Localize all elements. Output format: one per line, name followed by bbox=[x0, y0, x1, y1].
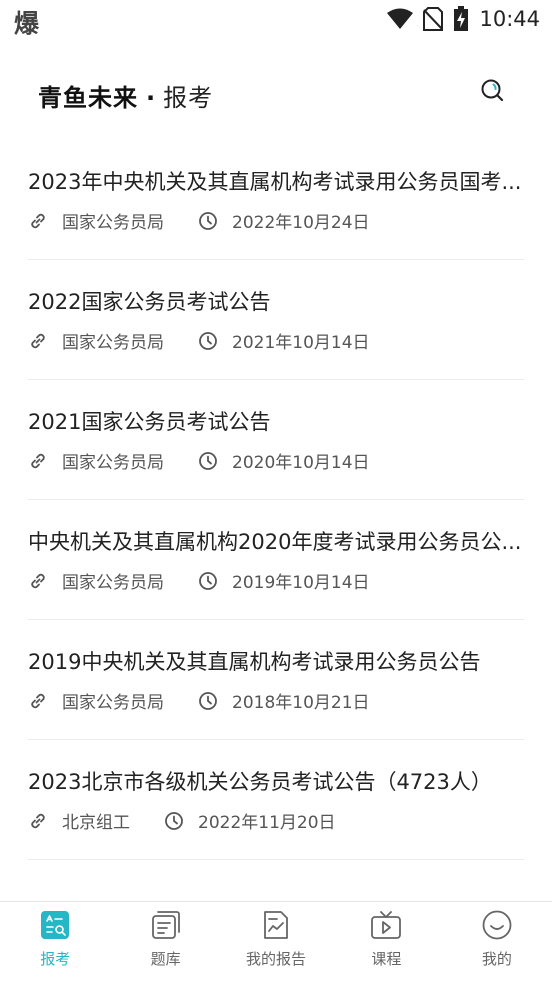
bottom-nav: 报考 题库 我的报告 课程 我的 bbox=[0, 901, 552, 983]
app-header: 青鱼未来 · 报考 bbox=[0, 62, 552, 126]
status-bar: 爆 10:44 bbox=[0, 0, 552, 40]
list-item[interactable]: 中央机关及其直属机构2020年度考试录用公务员公... 国家公务员局 2019年… bbox=[28, 500, 524, 620]
date-text: 2020年10月14日 bbox=[232, 453, 370, 473]
clock-icon bbox=[198, 691, 218, 711]
item-date: 2022年10月24日 bbox=[198, 208, 370, 233]
date-text: 2022年11月20日 bbox=[198, 813, 336, 833]
nav-item-report[interactable]: 我的报告 bbox=[221, 902, 331, 983]
nav-label: 课程 bbox=[371, 950, 402, 968]
item-source: 国家公务员局 bbox=[28, 328, 164, 353]
date-text: 2018年10月21日 bbox=[232, 693, 370, 713]
link-icon bbox=[28, 211, 48, 231]
list-item[interactable]: 2021国家公务员考试公告 国家公务员局 2020年10月14日 bbox=[28, 380, 524, 500]
item-source: 国家公务员局 bbox=[28, 208, 164, 233]
item-title: 中央机关及其直属机构2020年度考试录用公务员公... bbox=[28, 530, 522, 554]
app-screen: 爆 10:44 青鱼未来 · 报考 2023年中央机关及其直属机构考试录用公务员… bbox=[0, 0, 552, 983]
item-source: 北京组工 bbox=[28, 808, 130, 833]
date-text: 2019年10月14日 bbox=[232, 573, 370, 593]
source-text: 国家公务员局 bbox=[62, 213, 164, 233]
brand-name: 青鱼未来 bbox=[38, 84, 138, 112]
item-meta: 国家公务员局 2021年10月14日 bbox=[28, 328, 370, 353]
item-title: 2019中央机关及其直属机构考试录用公务员公告 bbox=[28, 650, 481, 674]
item-date: 2019年10月14日 bbox=[198, 568, 370, 593]
item-date: 2021年10月14日 bbox=[198, 328, 370, 353]
announcement-list: 2023年中央机关及其直属机构考试录用公务员国考... 国家公务员局 2022年… bbox=[0, 140, 552, 860]
list-item[interactable]: 2023北京市各级机关公务员考试公告（4723人） 北京组工 2022年11月2… bbox=[28, 740, 524, 860]
item-source: 国家公务员局 bbox=[28, 448, 164, 473]
exam-register-icon bbox=[38, 908, 72, 942]
list-item[interactable]: 2022国家公务员考试公告 国家公务员局 2021年10月14日 bbox=[28, 260, 524, 380]
link-icon bbox=[28, 451, 48, 471]
link-icon bbox=[28, 691, 48, 711]
item-source: 国家公务员局 bbox=[28, 688, 164, 713]
nav-label: 我的 bbox=[481, 950, 512, 968]
item-date: 2022年11月20日 bbox=[164, 808, 336, 833]
item-meta: 国家公务员局 2019年10月14日 bbox=[28, 568, 370, 593]
nav-label: 报考 bbox=[40, 950, 71, 968]
nav-label: 题库 bbox=[150, 950, 181, 968]
page-title: 青鱼未来 · 报考 bbox=[38, 78, 213, 113]
item-meta: 国家公务员局 2022年10月24日 bbox=[28, 208, 370, 233]
status-time: 10:44 bbox=[479, 7, 540, 31]
clock-icon bbox=[198, 211, 218, 231]
date-text: 2022年10月24日 bbox=[232, 213, 370, 233]
nav-label: 我的报告 bbox=[246, 950, 307, 968]
item-title: 2021国家公务员考试公告 bbox=[28, 410, 271, 434]
profile-smile-icon bbox=[480, 908, 514, 942]
item-title: 2022国家公务员考试公告 bbox=[28, 290, 271, 314]
report-icon bbox=[259, 908, 293, 942]
link-icon bbox=[28, 331, 48, 351]
item-meta: 国家公务员局 2018年10月21日 bbox=[28, 688, 370, 713]
course-tv-icon bbox=[369, 908, 403, 942]
item-date: 2018年10月21日 bbox=[198, 688, 370, 713]
nav-item-question-bank[interactable]: 题库 bbox=[110, 902, 220, 983]
list-item[interactable]: 2019中央机关及其直属机构考试录用公务员公告 国家公务员局 2018年10月2… bbox=[28, 620, 524, 740]
clock-icon bbox=[164, 811, 184, 831]
status-indicators: 10:44 bbox=[387, 6, 540, 32]
date-text: 2021年10月14日 bbox=[232, 333, 370, 353]
source-text: 北京组工 bbox=[62, 813, 130, 833]
clock-icon bbox=[198, 571, 218, 591]
status-app-glyph: 爆 bbox=[14, 9, 40, 38]
item-meta: 国家公务员局 2020年10月14日 bbox=[28, 448, 370, 473]
item-title: 2023北京市各级机关公务员考试公告（4723人） bbox=[28, 770, 492, 794]
search-button[interactable] bbox=[478, 78, 508, 108]
link-icon bbox=[28, 811, 48, 831]
list-item[interactable]: 2023年中央机关及其直属机构考试录用公务员国考... 国家公务员局 2022年… bbox=[28, 140, 524, 260]
wifi-icon bbox=[387, 8, 414, 30]
clock-icon bbox=[198, 451, 218, 471]
item-meta: 北京组工 2022年11月20日 bbox=[28, 808, 336, 833]
title-separator: · bbox=[146, 84, 156, 112]
source-text: 国家公务员局 bbox=[62, 333, 164, 353]
source-text: 国家公务员局 bbox=[62, 693, 164, 713]
search-icon bbox=[480, 78, 506, 108]
nav-item-course[interactable]: 课程 bbox=[331, 902, 441, 983]
nav-item-profile[interactable]: 我的 bbox=[442, 902, 552, 983]
link-icon bbox=[28, 571, 48, 591]
item-source: 国家公务员局 bbox=[28, 568, 164, 593]
item-date: 2020年10月14日 bbox=[198, 448, 370, 473]
clock-icon bbox=[198, 331, 218, 351]
nav-item-exam[interactable]: 报考 bbox=[0, 902, 110, 983]
source-text: 国家公务员局 bbox=[62, 573, 164, 593]
no-sim-icon bbox=[423, 7, 444, 31]
question-bank-icon bbox=[149, 908, 183, 942]
section-title: 报考 bbox=[163, 84, 214, 112]
source-text: 国家公务员局 bbox=[62, 453, 164, 473]
item-title: 2023年中央机关及其直属机构考试录用公务员国考... bbox=[28, 170, 522, 194]
battery-charging-icon bbox=[453, 6, 469, 32]
